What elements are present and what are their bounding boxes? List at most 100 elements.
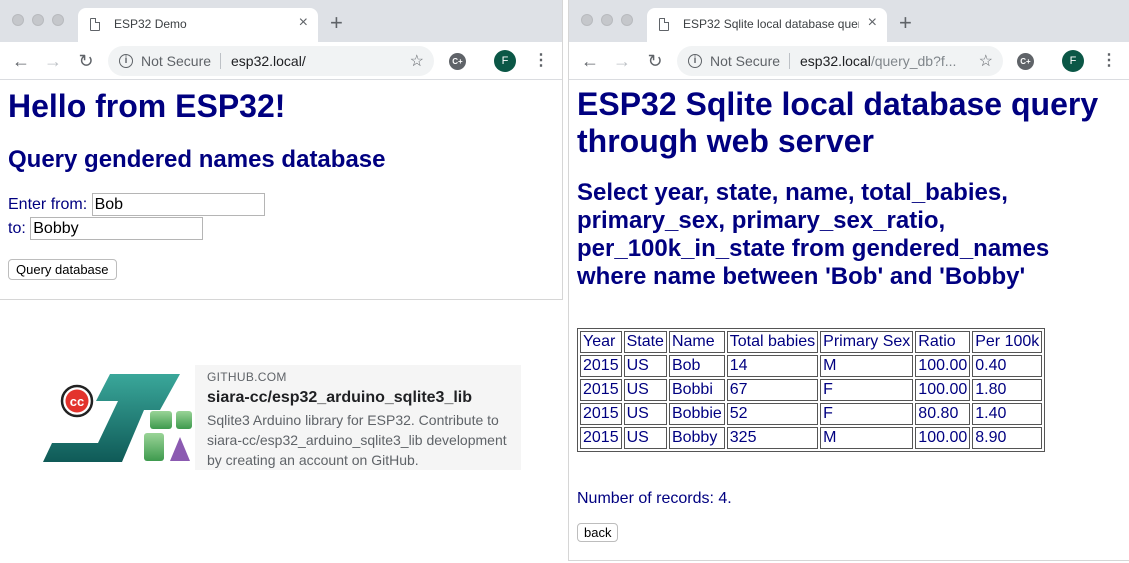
browser-window-query-results: ESP32 Sqlite local database query × + ← …: [568, 0, 1129, 561]
extension-icon[interactable]: C+: [1017, 53, 1034, 70]
close-tab-icon[interactable]: ×: [868, 15, 877, 31]
column-header: State: [623, 331, 667, 353]
maximize-window-button[interactable]: [621, 14, 633, 26]
page-subtitle: Query gendered names database: [8, 146, 386, 173]
table-cell: 80.80: [915, 403, 971, 425]
browser-window-esp32-demo: ESP32 Demo × + ← → ↻ i Not Secure esp32.…: [0, 0, 563, 300]
card-title[interactable]: siara-cc/esp32_arduino_sqlite3_lib: [207, 389, 509, 407]
address-bar[interactable]: i Not Secure esp32.local/ ☆: [108, 46, 434, 76]
profile-avatar[interactable]: F: [494, 50, 516, 72]
extension-icon[interactable]: C+: [449, 53, 466, 70]
table-cell: 2015: [580, 427, 622, 449]
back-arrow-icon[interactable]: ←: [10, 50, 32, 72]
address-bar[interactable]: i Not Secure esp32.local/query_db?f... ☆: [677, 46, 1003, 76]
bookmark-star-icon[interactable]: ☆: [410, 51, 424, 71]
table-body: 2015 US Bob 14 M 100.00 0.40 2015 US Bobbi 67 F 100.…: [580, 355, 1043, 449]
table-row: 2015 US Bob 14 M 100.00 0.40: [580, 355, 1043, 377]
more-menu-icon[interactable]: ⋮: [533, 50, 549, 72]
new-tab-icon[interactable]: +: [330, 12, 343, 34]
table-row: 2015 US Bobby 325 M 100.00 8.90: [580, 427, 1043, 449]
column-header: Total babies: [726, 331, 819, 353]
record-count: Number of records: 4.: [577, 490, 732, 507]
query-description: Select year, state, name, total_babies, …: [577, 179, 1050, 290]
not-secure-label: Not Secure: [141, 53, 212, 69]
table-cell: 1.80: [972, 379, 1043, 401]
github-link-card[interactable]: cc GITHUB.COM siara-cc/esp32_arduino_sql…: [40, 365, 521, 470]
reload-icon[interactable]: ↻: [75, 50, 97, 72]
close-tab-icon[interactable]: ×: [299, 15, 308, 31]
table-cell: US: [623, 427, 667, 449]
table-cell: 67: [726, 379, 819, 401]
column-header: Name: [668, 331, 725, 353]
close-window-button[interactable]: [581, 14, 593, 26]
more-menu-icon[interactable]: ⋮: [1101, 50, 1117, 72]
page-content: ESP32 Sqlite local database query throug…: [577, 80, 1121, 542]
close-window-button[interactable]: [12, 14, 24, 26]
reload-icon[interactable]: ↻: [644, 50, 666, 72]
divider: [220, 53, 221, 69]
browser-toolbar: ← → ↻ i Not Secure esp32.local/query_db?…: [569, 42, 1129, 80]
table-cell: F: [820, 379, 914, 401]
tab-esp32-demo[interactable]: ESP32 Demo ×: [78, 8, 318, 42]
column-header: Ratio: [915, 331, 971, 353]
column-header: Primary Sex: [820, 331, 914, 353]
minimize-window-button[interactable]: [32, 14, 44, 26]
query-database-button[interactable]: Query database: [8, 259, 117, 280]
table-cell: 0.40: [972, 355, 1043, 377]
column-header: Year: [580, 331, 622, 353]
maximize-window-button[interactable]: [52, 14, 64, 26]
forward-arrow-icon[interactable]: →: [42, 50, 64, 72]
page-title: ESP32 Sqlite local database query throug…: [577, 86, 1099, 159]
table-row: 2015 US Bobbi 67 F 100.00 1.80: [580, 379, 1043, 401]
card-description: Sqlite3 Arduino library for ESP32. Contr…: [207, 412, 507, 468]
tab-title: ESP32 Sqlite local database query: [683, 17, 859, 31]
browser-toolbar: ← → ↻ i Not Secure esp32.local/ ☆ C+ F ⋮: [0, 42, 562, 80]
window-controls: [12, 14, 64, 26]
to-label: to:: [8, 220, 26, 237]
url-text[interactable]: esp32.local/: [231, 53, 306, 69]
url-text[interactable]: esp32.local/query_db?f...: [800, 53, 956, 69]
tab-strip: ESP32 Demo × +: [0, 0, 562, 42]
table-cell: 52: [726, 403, 819, 425]
from-label: Enter from:: [8, 196, 88, 213]
table-cell: US: [623, 379, 667, 401]
table-cell: 1.40: [972, 403, 1043, 425]
card-logo: cc: [40, 365, 195, 470]
info-icon[interactable]: i: [688, 54, 702, 68]
page-icon: [90, 18, 100, 31]
table-cell: 325: [726, 427, 819, 449]
back-arrow-icon[interactable]: ←: [579, 50, 601, 72]
table-cell: M: [820, 427, 914, 449]
to-input[interactable]: [30, 217, 204, 241]
cc-logo-text: cc: [70, 394, 84, 409]
page-icon: [659, 18, 669, 31]
back-button[interactable]: back: [577, 523, 619, 542]
table-cell: 14: [726, 355, 819, 377]
tab-strip: ESP32 Sqlite local database query × +: [569, 0, 1129, 42]
tab-title: ESP32 Demo: [114, 17, 187, 31]
page-content: Hello from ESP32! Query gendered names d…: [8, 80, 554, 282]
table-cell: M: [820, 355, 914, 377]
table-cell: 2015: [580, 403, 622, 425]
info-icon[interactable]: i: [119, 54, 133, 68]
not-secure-label: Not Secure: [710, 53, 781, 69]
results-table: Year State Name Total babies Primary Sex Rati…: [577, 328, 1046, 452]
bookmark-star-icon[interactable]: ☆: [979, 51, 993, 71]
divider: [789, 53, 790, 69]
profile-avatar[interactable]: F: [1062, 50, 1084, 72]
table-cell: 100.00: [915, 355, 971, 377]
table-cell: F: [820, 403, 914, 425]
window-controls: [581, 14, 633, 26]
table-cell: 8.90: [972, 427, 1043, 449]
column-header: Per 100k: [972, 331, 1043, 353]
table-cell: US: [623, 355, 667, 377]
table-cell: Bobbie: [668, 403, 725, 425]
minimize-window-button[interactable]: [601, 14, 613, 26]
from-input[interactable]: [91, 193, 265, 217]
sqlite-lib-logo-icon: cc: [43, 374, 192, 462]
table-cell: 2015: [580, 379, 622, 401]
forward-arrow-icon[interactable]: →: [611, 50, 633, 72]
tab-sqlite-query[interactable]: ESP32 Sqlite local database query ×: [647, 8, 887, 42]
table-cell: Bobbi: [668, 379, 725, 401]
new-tab-icon[interactable]: +: [899, 12, 912, 34]
